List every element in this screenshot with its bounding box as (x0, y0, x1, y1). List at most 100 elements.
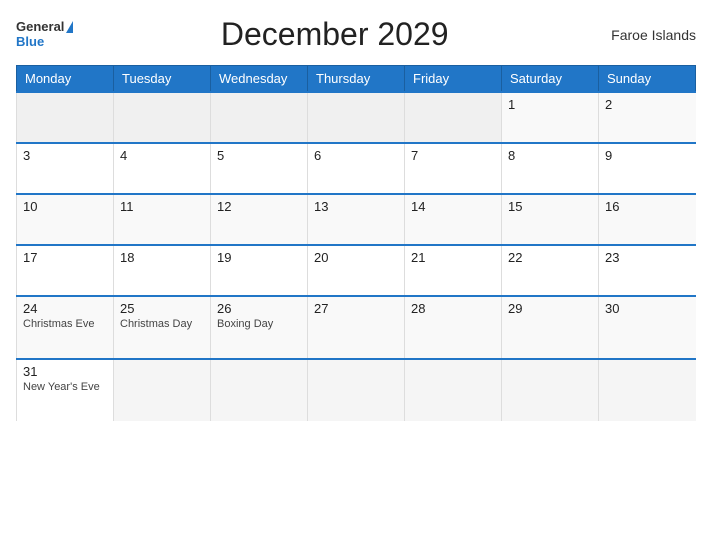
day-number: 21 (411, 250, 495, 265)
calendar-day-cell: 21 (405, 245, 502, 296)
day-number: 4 (120, 148, 204, 163)
day-number: 16 (605, 199, 690, 214)
calendar-day-cell: 22 (502, 245, 599, 296)
calendar-tbody: 123456789101112131415161718192021222324C… (17, 92, 696, 421)
day-number: 29 (508, 301, 592, 316)
calendar-day-cell: 10 (17, 194, 114, 245)
day-number: 1 (508, 97, 592, 112)
calendar-day-cell (405, 359, 502, 421)
day-number: 20 (314, 250, 398, 265)
calendar-day-cell (114, 92, 211, 143)
day-number: 25 (120, 301, 204, 316)
calendar-week-row: 24 Christmas Eve 25 Christmas Day 26 Boxing D… (17, 296, 696, 359)
day-event: Christmas Day (120, 318, 204, 330)
calendar-thead: MondayTuesdayWednesdayThursdayFridaySatu… (17, 66, 696, 93)
weekday-header-friday: Friday (405, 66, 502, 93)
day-number: 8 (508, 148, 592, 163)
calendar-week-row: 12 (17, 92, 696, 143)
day-number: 31 (23, 364, 107, 379)
calendar-day-cell: 9 (599, 143, 696, 194)
logo-triangle-icon (66, 21, 73, 33)
calendar-day-cell (308, 359, 405, 421)
logo-general-text: General (16, 20, 64, 34)
calendar-day-cell: 2 (599, 92, 696, 143)
calendar-day-cell (114, 359, 211, 421)
day-event: Christmas Eve (23, 318, 107, 330)
day-number: 13 (314, 199, 398, 214)
day-event: Boxing Day (217, 318, 301, 330)
day-number: 12 (217, 199, 301, 214)
calendar-day-cell: 1 (502, 92, 599, 143)
day-number: 30 (605, 301, 690, 316)
calendar-day-cell: 3 (17, 143, 114, 194)
calendar: General Blue December 2029 Faroe Islands… (0, 0, 712, 550)
day-number: 15 (508, 199, 592, 214)
weekday-header-row: MondayTuesdayWednesdayThursdayFridaySatu… (17, 66, 696, 93)
day-number: 18 (120, 250, 204, 265)
calendar-day-cell (308, 92, 405, 143)
calendar-day-cell: 11 (114, 194, 211, 245)
calendar-day-cell: 6 (308, 143, 405, 194)
calendar-day-cell: 31 New Year's Eve (17, 359, 114, 421)
calendar-day-cell: 24 Christmas Eve (17, 296, 114, 359)
calendar-title: December 2029 (73, 16, 596, 53)
day-number: 2 (605, 97, 690, 112)
logo-blue-text: Blue (16, 35, 44, 49)
calendar-day-cell: 28 (405, 296, 502, 359)
calendar-day-cell: 14 (405, 194, 502, 245)
calendar-day-cell: 26 Boxing Day (211, 296, 308, 359)
calendar-table: MondayTuesdayWednesdayThursdayFridaySatu… (16, 65, 696, 421)
weekday-header-sunday: Sunday (599, 66, 696, 93)
calendar-day-cell: 5 (211, 143, 308, 194)
weekday-header-thursday: Thursday (308, 66, 405, 93)
calendar-day-cell (17, 92, 114, 143)
calendar-day-cell: 20 (308, 245, 405, 296)
calendar-week-row: 17 18 19 20 21 22 23 (17, 245, 696, 296)
day-event: New Year's Eve (23, 381, 107, 393)
calendar-day-cell: 30 (599, 296, 696, 359)
calendar-day-cell: 25 Christmas Day (114, 296, 211, 359)
day-number: 17 (23, 250, 107, 265)
day-number: 3 (23, 148, 107, 163)
day-number: 27 (314, 301, 398, 316)
day-number: 19 (217, 250, 301, 265)
calendar-week-row: 10 11 12 13 14 15 16 (17, 194, 696, 245)
calendar-day-cell: 29 (502, 296, 599, 359)
day-number: 6 (314, 148, 398, 163)
calendar-day-cell: 13 (308, 194, 405, 245)
day-number: 14 (411, 199, 495, 214)
weekday-header-monday: Monday (17, 66, 114, 93)
day-number: 26 (217, 301, 301, 316)
calendar-day-cell: 8 (502, 143, 599, 194)
calendar-day-cell: 12 (211, 194, 308, 245)
calendar-day-cell: 7 (405, 143, 502, 194)
day-number: 9 (605, 148, 690, 163)
calendar-day-cell (502, 359, 599, 421)
day-number: 7 (411, 148, 495, 163)
day-number: 5 (217, 148, 301, 163)
calendar-day-cell: 23 (599, 245, 696, 296)
calendar-day-cell: 16 (599, 194, 696, 245)
day-number: 10 (23, 199, 107, 214)
calendar-week-row: 3456789 (17, 143, 696, 194)
day-number: 28 (411, 301, 495, 316)
calendar-day-cell (211, 359, 308, 421)
calendar-day-cell: 15 (502, 194, 599, 245)
weekday-header-tuesday: Tuesday (114, 66, 211, 93)
day-number: 23 (605, 250, 690, 265)
calendar-day-cell: 17 (17, 245, 114, 296)
calendar-day-cell: 4 (114, 143, 211, 194)
weekday-header-wednesday: Wednesday (211, 66, 308, 93)
weekday-header-saturday: Saturday (502, 66, 599, 93)
day-number: 11 (120, 199, 204, 214)
calendar-header: General Blue December 2029 Faroe Islands (16, 16, 696, 53)
calendar-day-cell: 19 (211, 245, 308, 296)
calendar-day-cell (405, 92, 502, 143)
calendar-region: Faroe Islands (596, 27, 696, 43)
calendar-week-row: 31 New Year's Eve (17, 359, 696, 421)
logo: General Blue (16, 20, 73, 49)
day-number: 22 (508, 250, 592, 265)
calendar-day-cell (599, 359, 696, 421)
day-number: 24 (23, 301, 107, 316)
calendar-day-cell (211, 92, 308, 143)
